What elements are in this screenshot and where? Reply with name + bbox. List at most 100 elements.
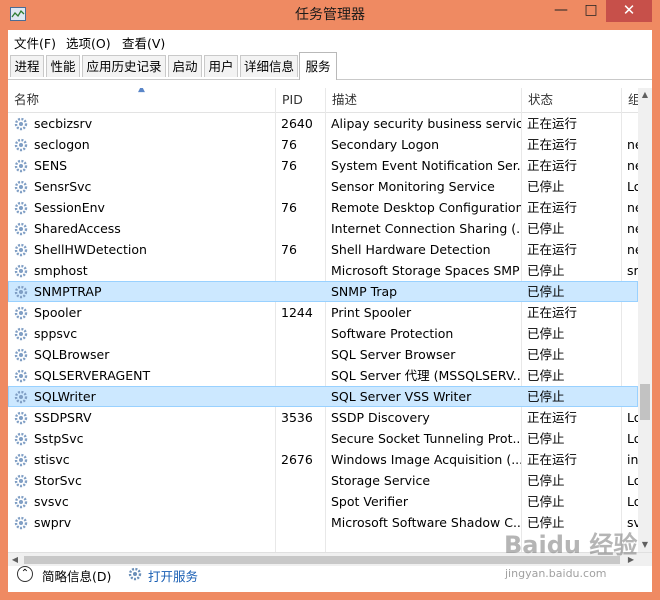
table-row[interactable]: ShellHWDetection 76 Shell Hardware Detecti…	[8, 239, 638, 260]
menu-options[interactable]: 选项(O)	[66, 33, 111, 52]
service-group: Lo	[627, 431, 638, 446]
tab-services[interactable]: 服务	[299, 52, 337, 80]
service-status: 已停止	[527, 431, 565, 446]
service-pid: 76	[281, 200, 297, 215]
table-row[interactable]: SensrSvc Sensor Monitoring Service 已停止 Lo	[8, 176, 638, 197]
service-status: 已停止	[527, 221, 565, 236]
table-row[interactable]: SharedAccess Internet Connection Sharing …	[8, 218, 638, 239]
service-gear-icon	[14, 474, 28, 488]
service-group	[621, 386, 638, 407]
service-name: SensrSvc	[34, 179, 92, 194]
minimize-button[interactable]: —	[546, 0, 576, 22]
service-name: ShellHWDetection	[34, 242, 147, 257]
service-status: 已停止	[527, 389, 565, 404]
table-row[interactable]: smphost Microsoft Storage Spaces SMP 已停止 sr	[8, 260, 638, 281]
table-row[interactable]: sppsvc Software Protection 已停止	[8, 323, 638, 344]
service-name: smphost	[34, 263, 88, 278]
service-description: Storage Service	[331, 473, 431, 488]
table-row[interactable]: Spooler 1244 Print Spooler 正在运行	[8, 302, 638, 323]
table-row[interactable]: StorSvc Storage Service 已停止 Lo	[8, 470, 638, 491]
scroll-left-icon[interactable]: ◀	[8, 553, 22, 567]
column-header-group[interactable]: 组	[621, 88, 638, 112]
service-gear-icon	[14, 201, 28, 215]
service-group: ne	[627, 242, 638, 257]
column-header-name[interactable]: 名称	[8, 88, 275, 112]
column-header-pid[interactable]: PID	[275, 88, 327, 112]
column-header-status[interactable]: 状态	[521, 88, 621, 112]
table-row[interactable]: seclogon 76 Secondary Logon 正在运行 ne	[8, 134, 638, 155]
tab-details[interactable]: 详细信息	[240, 55, 298, 77]
service-name: SNMPTRAP	[34, 284, 102, 299]
tab-processes[interactable]: 进程	[10, 55, 44, 77]
service-gear-icon	[14, 180, 28, 194]
table-row[interactable]: SQLSERVERAGENT SQL Server 代理 (MSSQLSERV..…	[8, 365, 638, 386]
service-status: 正在运行	[527, 116, 578, 131]
service-name: secbizsrv	[34, 116, 93, 131]
service-description: Remote Desktop Configuration	[331, 200, 521, 215]
menu-file[interactable]: 文件(F)	[14, 33, 56, 52]
service-name: swprv	[34, 515, 72, 530]
table-row[interactable]: SstpSvc Secure Socket Tunneling Prot... 已停…	[8, 428, 638, 449]
service-description: Alipay security business service	[331, 116, 521, 131]
vertical-scroll-thumb[interactable]	[640, 384, 650, 420]
tab-startup[interactable]: 启动	[168, 55, 202, 77]
table-row[interactable]: svsvc Spot Verifier 已停止 Lo	[8, 491, 638, 512]
service-gear-icon	[14, 390, 28, 404]
tab-users[interactable]: 用户	[204, 55, 238, 77]
fewer-details-link[interactable]: 简略信息(D)	[42, 566, 111, 585]
service-name: seclogon	[34, 137, 90, 152]
service-pid	[275, 428, 325, 449]
service-status: 正在运行	[527, 158, 578, 173]
vertical-scrollbar[interactable]: ▲ ▼	[638, 88, 652, 552]
menu-view[interactable]: 查看(V)	[122, 33, 165, 52]
table-row[interactable]: stisvc 2676 Windows Image Acquisition (...…	[8, 449, 638, 470]
service-status: 正在运行	[527, 305, 578, 320]
task-manager-window: 任务管理器 — □ ✕ 文件(F) 选项(O) 查看(V) 进程 性能 应用历史…	[0, 0, 660, 600]
service-gear-icon	[14, 285, 28, 299]
baidu-watermark-url: jingyan.baidu.com	[505, 567, 607, 580]
scroll-up-icon[interactable]: ▲	[638, 88, 652, 102]
close-button[interactable]: ✕	[606, 0, 652, 22]
service-description: Spot Verifier	[331, 494, 408, 509]
service-gear-icon	[14, 432, 28, 446]
chevron-up-icon[interactable]: ⌃	[17, 566, 33, 582]
service-group: in	[627, 452, 638, 467]
service-description: SSDP Discovery	[331, 410, 430, 425]
service-description: Software Protection	[331, 326, 454, 341]
service-group: Lo	[627, 473, 638, 488]
service-gear-icon	[14, 264, 28, 278]
service-pid: 76	[281, 242, 297, 257]
title-bar[interactable]: 任务管理器 — □ ✕	[0, 0, 660, 30]
table-row[interactable]: SSDPSRV 3536 SSDP Discovery 正在运行 Lo	[8, 407, 638, 428]
services-gear-icon	[128, 567, 142, 581]
service-description: Microsoft Storage Spaces SMP	[331, 263, 520, 278]
open-services-link[interactable]: 打开服务	[148, 566, 198, 585]
service-description: SQL Server Browser	[331, 347, 456, 362]
service-name: SQLBrowser	[34, 347, 110, 362]
service-group: ne	[627, 158, 638, 173]
service-description: Secondary Logon	[331, 137, 440, 152]
service-pid	[275, 386, 325, 407]
service-pid	[275, 365, 325, 386]
service-status: 正在运行	[527, 410, 578, 425]
table-row[interactable]: SQLBrowser SQL Server Browser 已停止	[8, 344, 638, 365]
service-status: 已停止	[527, 263, 565, 278]
table-row[interactable]: SessionEnv 76 Remote Desktop Configuration…	[8, 197, 638, 218]
service-group: Lo	[627, 179, 638, 194]
service-name: SharedAccess	[34, 221, 121, 236]
tab-app-history[interactable]: 应用历史记录	[82, 55, 166, 77]
service-status: 正在运行	[527, 200, 578, 215]
service-description: Sensor Monitoring Service	[331, 179, 495, 194]
service-pid: 76	[281, 137, 297, 152]
column-header-description[interactable]: 描述	[325, 88, 521, 112]
table-row[interactable]: secbizsrv 2640 Alipay security business se…	[8, 113, 638, 134]
maximize-button[interactable]: □	[576, 0, 606, 22]
tab-performance[interactable]: 性能	[46, 55, 80, 77]
table-row[interactable]: SNMPTRAP SNMP Trap 已停止	[8, 281, 638, 302]
table-row[interactable]: SENS 76 System Event Notification Ser... 正在…	[8, 155, 638, 176]
table-row[interactable]: SQLWriter SQL Server VSS Writer 已停止	[8, 386, 638, 407]
service-group	[621, 365, 638, 386]
service-pid	[275, 491, 325, 512]
service-description: Shell Hardware Detection	[331, 242, 491, 257]
service-pid	[275, 218, 325, 239]
